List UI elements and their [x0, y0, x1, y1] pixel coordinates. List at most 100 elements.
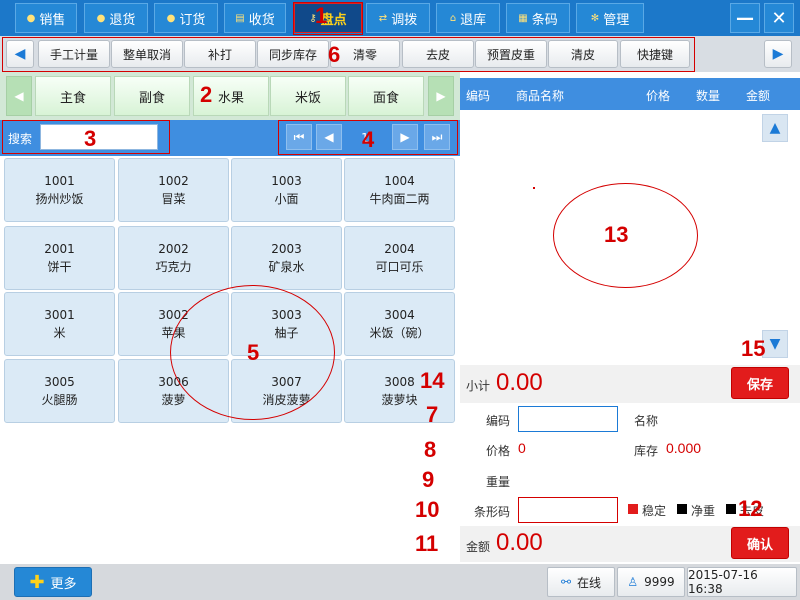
tab-barcode[interactable]: ▦ 条码	[506, 3, 570, 33]
status-bar: ✚ 更多 ⚯ 在线 ♙ 9999 2015-07-16 16:38	[0, 564, 800, 600]
grid-icon: ▦	[518, 12, 528, 24]
transfer-icon: ⇄	[378, 12, 388, 24]
product-tile[interactable]: 1004 牛肉面二两	[344, 158, 455, 222]
annotation-dot	[533, 187, 535, 189]
tab-receiving[interactable]: ▤ 收货	[224, 3, 286, 33]
product-tile[interactable]: 3001 米	[4, 292, 115, 356]
user-status: ♙ 9999	[617, 567, 685, 597]
annotation-12: 12	[738, 496, 763, 521]
product-tile[interactable]: 2002 巧克力	[118, 226, 229, 290]
net-indicator	[677, 504, 687, 514]
save-button[interactable]: 保存	[731, 367, 789, 399]
top-nav: ● 销售 ● 退货 ● 订货 ▤ 收货 ⚷ 盘点 ⇄ 调拨 ⌂ 退库 ▦ 条码 ✻ 管理 — ✕	[0, 0, 800, 36]
online-status: ⚯ 在线	[547, 567, 615, 597]
annotation-5: 5	[247, 340, 260, 365]
annotation-2: 2	[200, 82, 213, 107]
plus-icon: ✚	[29, 571, 45, 593]
product-tile[interactable]: 2003 矿泉水	[231, 226, 342, 290]
confirm-button[interactable]: 确认	[731, 527, 789, 559]
dot-icon: ●	[166, 12, 176, 24]
product-tile[interactable]: 3005 火腿肠	[4, 359, 115, 423]
triangle-left-icon: ◀	[14, 89, 24, 103]
product-tile[interactable]: 1001 扬州炒饭	[4, 158, 115, 222]
tab-transfer[interactable]: ⇄ 调拨	[366, 3, 430, 33]
minimize-button[interactable]: —	[730, 3, 760, 33]
annotation-9: 9	[422, 467, 435, 492]
product-tile[interactable]: 1002 冒菜	[118, 158, 229, 222]
stable-label: 稳定	[642, 504, 667, 518]
annotation-13: 13	[604, 222, 629, 247]
order-table-header: 编码 商品名称 价格 数量 金额	[460, 78, 800, 110]
triangle-right-icon: ▶	[772, 46, 784, 62]
tab-stock-return[interactable]: ⌂ 退库	[436, 3, 500, 33]
close-icon: ✕	[771, 7, 787, 29]
more-button[interactable]: ✚ 更多	[14, 567, 92, 597]
price-label: 价格	[486, 444, 511, 458]
annotation-14: 14	[420, 368, 445, 393]
document-icon: ▤	[235, 12, 245, 24]
dot-icon: ●	[96, 12, 106, 24]
product-tile[interactable]: 2004 可口可乐	[344, 226, 455, 290]
scroll-up-button[interactable]: ▲	[762, 114, 788, 142]
annotation-box-1	[293, 2, 363, 35]
category-prev-button[interactable]: ◀	[6, 76, 32, 116]
tab-orders[interactable]: ● 订货	[154, 3, 218, 33]
barcode-label: 条形码	[474, 505, 511, 519]
column-price: 价格	[646, 89, 671, 103]
amount-row: 金额 0.00 确认	[460, 526, 800, 562]
tab-management[interactable]: ✻ 管理	[576, 3, 644, 33]
column-amount: 金额	[746, 89, 771, 103]
barcode-input[interactable]	[518, 497, 618, 523]
triangle-down-icon: ▼	[769, 336, 781, 352]
tab-sales[interactable]: ● 销售	[15, 3, 77, 33]
subtotal-row: 小计 0.00 保存	[460, 365, 800, 403]
category-staple[interactable]: 主食	[35, 76, 111, 116]
close-button[interactable]: ✕	[764, 3, 794, 33]
code-input[interactable]	[518, 406, 618, 432]
annotation-7: 7	[426, 402, 439, 427]
subtotal-label: 小计	[466, 379, 491, 393]
category-bar: ◀ 主食 副食 水果 米饭 面食 ▶	[0, 72, 460, 120]
price-value: 0	[518, 440, 526, 456]
product-tile[interactable]: 3004 米饭（碗）	[344, 292, 455, 356]
stock-value: 0.000	[666, 440, 702, 456]
user-icon: ♙	[627, 575, 639, 589]
annotation-6: 6	[328, 42, 341, 67]
dot-icon: ●	[26, 12, 36, 24]
category-rice[interactable]: 米饭	[270, 76, 346, 116]
annotation-4: 4	[362, 127, 375, 152]
category-next-button[interactable]: ▶	[428, 76, 454, 116]
subtotal-value: 0.00	[496, 369, 543, 396]
home-icon: ⌂	[449, 12, 457, 24]
annotation-15: 15	[741, 336, 766, 361]
weight-label: 重量	[486, 475, 511, 489]
annotation-8: 8	[424, 437, 437, 462]
annotation-10: 10	[415, 497, 440, 522]
triangle-right-icon: ▶	[436, 89, 446, 103]
stock-label: 库存	[634, 444, 659, 458]
function-next-button[interactable]: ▶	[764, 40, 792, 68]
category-side[interactable]: 副食	[114, 76, 190, 116]
minimize-icon: —	[736, 7, 754, 29]
triangle-up-icon: ▲	[769, 120, 781, 136]
amount-label: 金额	[466, 540, 491, 554]
annotation-1: 1	[315, 3, 328, 28]
column-code: 编码	[466, 89, 491, 103]
scroll-down-button[interactable]: ▼	[762, 330, 788, 358]
gear-icon: ✻	[590, 12, 600, 24]
net-label: 净重	[691, 504, 716, 518]
product-tile[interactable]: 2001 饼干	[4, 226, 115, 290]
annotation-box-6	[2, 37, 695, 72]
column-qty: 数量	[696, 89, 721, 103]
category-noodles[interactable]: 面食	[348, 76, 424, 116]
code-label: 编码	[486, 414, 511, 428]
product-tile[interactable]: 1003 小面	[231, 158, 342, 222]
link-icon: ⚯	[560, 575, 572, 589]
datetime-status: 2015-07-16 16:38	[687, 567, 797, 597]
tab-returns[interactable]: ● 退货	[84, 3, 148, 33]
tare-indicator	[726, 504, 736, 514]
stable-indicator	[628, 504, 638, 514]
column-name: 商品名称	[516, 89, 565, 103]
amount-value: 0.00	[496, 529, 543, 556]
name-label: 名称	[634, 414, 659, 428]
